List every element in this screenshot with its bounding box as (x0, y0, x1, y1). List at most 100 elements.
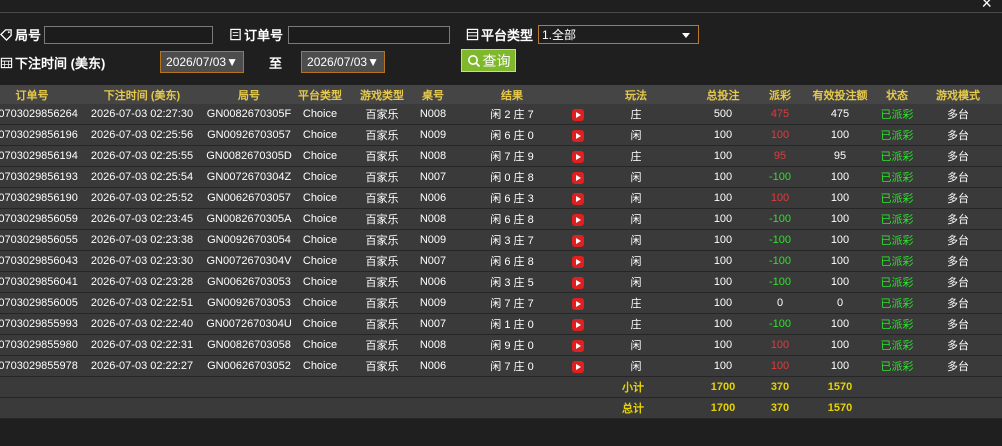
column-header: 总投注 (706, 89, 740, 102)
close-icon[interactable]: × (981, 0, 992, 12)
bet-time: 2026-07-03 02:25:56 (90, 129, 194, 141)
valid-bet: 95 (833, 150, 847, 162)
bet-time: 2026-07-03 02:23:38 (90, 234, 194, 246)
play-video-icon[interactable] (572, 319, 584, 331)
round-input[interactable] (44, 26, 213, 44)
result: 闲 2 庄 7 (490, 109, 534, 121)
game-mode: 多台 (947, 340, 969, 352)
payout: 100 (770, 339, 790, 351)
table-id: N006 (419, 276, 447, 288)
game-mode: 多台 (947, 193, 969, 205)
game-mode: 多台 (947, 298, 969, 310)
play-video-icon[interactable] (572, 109, 584, 121)
order-id: 260703029856193 (0, 171, 78, 183)
result: 闲 3 庄 5 (490, 277, 534, 289)
result: 闲 6 庄 0 (490, 130, 534, 142)
status-badge: 已派彩 (880, 319, 914, 331)
table-row[interactable]: 260703029856043 2026-07-03 02:23:30 GN0072… (0, 251, 1002, 272)
column-header: 游戏类型 (360, 89, 404, 102)
table-row[interactable]: 260703029856041 2026-07-03 02:23:28 GN0062… (0, 272, 1002, 293)
table-row[interactable]: 260703029856059 2026-07-03 02:23:45 GN0082… (0, 209, 1002, 230)
play-video-icon[interactable] (572, 256, 584, 268)
table-header: 订单号 下注时间 (美东) 局号 平台类型 游戏类型 桌号 结果 玩法 总投注 派彩 有效投注额 状态… (0, 85, 1002, 104)
game-type: 百家乐 (365, 298, 399, 310)
valid-bet: 100 (830, 318, 850, 330)
subtotal-row-payout: 370 (770, 381, 790, 393)
round-id: GN00926703053 (207, 297, 291, 309)
status-badge: 已派彩 (880, 151, 914, 163)
table-id: N007 (419, 255, 447, 267)
table-row[interactable]: 260703029856005 2026-07-03 02:22:51 GN0092… (0, 293, 1002, 314)
total-row-payout: 370 (770, 402, 790, 414)
table-row[interactable]: 260703029855980 2026-07-03 02:22:31 GN0082… (0, 335, 1002, 356)
valid-bet: 100 (830, 171, 850, 183)
game-type: 百家乐 (365, 340, 399, 352)
platform-type: Choice (302, 297, 338, 309)
status-badge: 已派彩 (880, 361, 914, 373)
total-bet: 100 (713, 171, 733, 183)
order-id: 260703029856041 (0, 276, 78, 288)
total-bet: 100 (713, 255, 733, 267)
bet-time: 2026-07-03 02:23:30 (90, 255, 194, 267)
top-divider (0, 12, 1002, 13)
date-from-picker[interactable]: 2026/07/03▼ (160, 51, 244, 73)
order-id: 260703029856055 (0, 234, 78, 246)
bet-type: 闲 (630, 235, 642, 247)
platform-select[interactable]: 1.全部 (538, 25, 699, 44)
play-video-icon[interactable] (572, 235, 584, 247)
play-video-icon[interactable] (572, 130, 584, 142)
table-row[interactable]: 260703029856264 2026-07-03 02:27:30 GN0082… (0, 104, 1002, 125)
platform-type: Choice (302, 318, 338, 330)
bet-time: 2026-07-03 02:25:54 (90, 171, 194, 183)
game-mode: 多台 (947, 214, 969, 226)
bet-time: 2026-07-03 02:23:45 (90, 213, 194, 225)
date-to-picker[interactable]: 2026/07/03▼ (301, 51, 385, 73)
bet-time: 2026-07-03 02:22:31 (90, 339, 194, 351)
search-icon (467, 54, 480, 67)
table-row[interactable]: 260703029856194 2026-07-03 02:25:55 GN0082… (0, 146, 1002, 167)
column-header: 结果 (501, 89, 523, 102)
order-id: 260703029856059 (0, 213, 78, 225)
play-video-icon[interactable] (572, 193, 584, 205)
game-mode: 多台 (947, 277, 969, 289)
play-video-icon[interactable] (572, 277, 584, 289)
game-type: 百家乐 (365, 277, 399, 289)
valid-bet: 100 (830, 339, 850, 351)
bet-time: 2026-07-03 02:25:52 (90, 192, 194, 204)
chevron-down-icon (682, 33, 690, 38)
table-row[interactable]: 260703029855993 2026-07-03 02:22:40 GN0072… (0, 314, 1002, 335)
valid-bet: 100 (830, 129, 850, 141)
play-video-icon[interactable] (572, 214, 584, 226)
total-bet: 100 (713, 192, 733, 204)
table-row[interactable]: 260703029856193 2026-07-03 02:25:54 GN0072… (0, 167, 1002, 188)
subtotal-row-bet: 1700 (710, 381, 736, 393)
valid-bet: 0 (836, 297, 844, 309)
order-input[interactable] (288, 26, 450, 44)
total-bet: 100 (713, 318, 733, 330)
order-id: 260703029856196 (0, 129, 78, 141)
play-video-icon[interactable] (572, 172, 584, 184)
play-video-icon[interactable] (572, 298, 584, 310)
order-id: 260703029855980 (0, 339, 78, 351)
total-row-label: 总计 (622, 403, 644, 415)
column-header: 桌号 (422, 89, 444, 102)
bet-time: 2026-07-03 02:27:30 (90, 108, 194, 120)
status-badge: 已派彩 (880, 193, 914, 205)
total-row-bet: 1700 (710, 402, 736, 414)
column-header: 游戏模式 (936, 89, 980, 102)
column-header: 有效投注额 (812, 89, 868, 102)
valid-bet: 100 (830, 234, 850, 246)
play-video-icon[interactable] (572, 361, 584, 373)
total-bet: 100 (713, 360, 733, 372)
round-label: 局号 (0, 25, 41, 44)
table-row[interactable]: 260703029856055 2026-07-03 02:23:38 GN0092… (0, 230, 1002, 251)
query-button[interactable]: 查询 (461, 49, 516, 72)
platform-type: Choice (302, 213, 338, 225)
total-row-valid: 1570 (827, 402, 853, 414)
table-row[interactable]: 260703029856190 2026-07-03 02:25:52 GN0062… (0, 188, 1002, 209)
table-row[interactable]: 260703029855978 2026-07-03 02:22:27 GN0062… (0, 356, 1002, 377)
table-row[interactable]: 260703029856196 2026-07-03 02:25:56 GN0092… (0, 125, 1002, 146)
order-id: 260703029856264 (0, 108, 78, 120)
play-video-icon[interactable] (572, 340, 584, 352)
play-video-icon[interactable] (572, 151, 584, 163)
